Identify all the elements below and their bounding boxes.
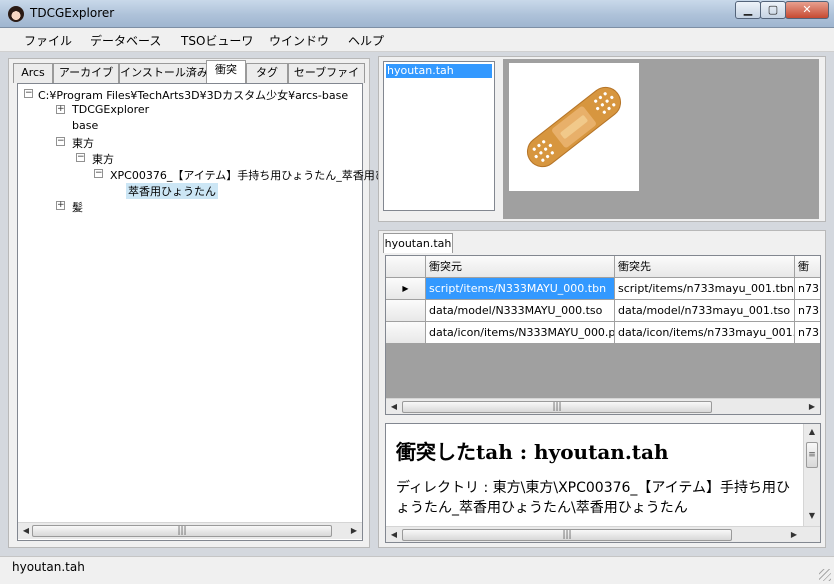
table-cell[interactable]: script/items/n733mayu_001.tbn — [615, 278, 795, 300]
tab-save-file[interactable]: セーブファイル — [288, 63, 365, 97]
list-item[interactable]: hyoutan.tah — [386, 64, 492, 78]
tree-node-base[interactable]: base — [72, 119, 98, 132]
tree-root[interactable]: C:¥Program Files¥TechArts3D¥3Dカスタム少女¥arc… — [38, 87, 348, 103]
menu-tso-viewer[interactable]: TSOビューワ — [181, 32, 253, 49]
scroll-left-icon[interactable]: ◀ — [388, 529, 400, 541]
scroll-left-icon[interactable]: ◀ — [388, 401, 400, 413]
resize-grip-icon[interactable] — [819, 569, 831, 581]
collapse-icon[interactable]: − — [76, 153, 85, 162]
table-cell[interactable]: n73 — [795, 300, 820, 322]
detail-body: ディレクトリ : 東方\東方\XPC00376_【アイテム】手持ち用ひょうたん_… — [396, 480, 791, 516]
tab-archive[interactable]: アーカイブ — [53, 63, 119, 83]
table-cell[interactable]: data/icon/items/N333MAYU_000.psd — [426, 322, 615, 344]
title-bar: TDCGExplorer ▁ ▢ ✕ — [0, 0, 834, 28]
status-bar: hyoutan.tah — [0, 556, 834, 584]
tab-arcs[interactable]: Arcs — [13, 63, 53, 83]
tab-installed[interactable]: インストール済み — [119, 63, 209, 83]
column-header[interactable]: 衝突先 — [615, 256, 795, 278]
scroll-thumb[interactable]: ||| — [32, 525, 332, 537]
tree-node-selected[interactable]: 萃香用ひょうたん — [126, 183, 218, 199]
minimize-button[interactable]: ▁ — [735, 1, 761, 19]
corner-cell — [386, 256, 426, 278]
table-row[interactable]: data/model/N333MAYU_000.tso data/model/n… — [386, 300, 820, 322]
current-row-icon: ▶ — [386, 278, 426, 300]
tab-collision[interactable]: 衝突 — [206, 60, 246, 83]
maximize-button[interactable]: ▢ — [760, 1, 786, 19]
scroll-down-icon[interactable]: ▼ — [806, 510, 818, 522]
table-row[interactable]: ▶ script/items/N333MAYU_000.tbn script/i… — [386, 278, 820, 300]
tree-node-xpc00376[interactable]: XPC00376_【アイテム】手持ち用ひょうたん_萃香用ひょ — [110, 167, 397, 183]
tree-node-touhou-sub[interactable]: 東方 — [92, 151, 114, 167]
tree-node-hair[interactable]: 髪 — [72, 199, 83, 215]
collision-grid[interactable]: 衝突元 衝突先 衝 ▶ script/items/N333MAYU_000.tb… — [385, 255, 821, 415]
scroll-right-icon[interactable]: ▶ — [348, 525, 360, 537]
preview-area — [503, 59, 819, 219]
menu-window[interactable]: ウインドウ — [269, 32, 329, 49]
tab-tag[interactable]: タグ — [246, 63, 288, 83]
scroll-right-icon[interactable]: ▶ — [788, 529, 800, 541]
preview-panel: hyoutan.tah — [378, 56, 826, 222]
table-cell[interactable]: data/icon/items/n733mayu_001.psd — [615, 322, 795, 344]
vertical-scrollbar[interactable]: ▲ ≡ ▼ — [803, 424, 820, 526]
collapse-icon[interactable]: − — [94, 169, 103, 178]
tree-node-tdcgexplorer[interactable]: TDCGExplorer — [72, 103, 149, 116]
menu-database[interactable]: データベース — [90, 32, 161, 49]
column-header[interactable]: 衝 — [795, 256, 820, 278]
tree-node-touhou[interactable]: 東方 — [72, 135, 94, 151]
collapse-icon[interactable]: − — [56, 137, 65, 146]
menu-help[interactable]: ヘルプ — [348, 32, 384, 49]
tah-file-list[interactable]: hyoutan.tah — [383, 61, 495, 211]
collision-panel: hyoutan.tah 衝突元 衝突先 衝 ▶ script/items/N33… — [378, 230, 826, 548]
item-preview-image — [509, 63, 639, 191]
row-header — [386, 300, 426, 322]
app-icon — [8, 6, 24, 22]
menu-bar: ファイル データベース TSOビューワ ウインドウ ヘルプ — [0, 28, 834, 52]
row-header — [386, 322, 426, 344]
window-title: TDCGExplorer — [30, 6, 115, 20]
scroll-thumb[interactable]: ≡ — [806, 442, 818, 468]
expand-icon[interactable]: + — [56, 105, 65, 114]
collision-detail: 衝突したtah : hyoutan.tah ディレクトリ : 東方\東方\XPC… — [385, 423, 821, 543]
tree-view[interactable]: − C:¥Program Files¥TechArts3D¥3Dカスタム少女¥a… — [17, 83, 397, 541]
table-cell[interactable]: data/model/n733mayu_001.tso — [615, 300, 795, 322]
status-text: hyoutan.tah — [12, 560, 85, 574]
bandage-icon — [526, 86, 622, 168]
horizontal-scrollbar[interactable]: ◀ ||| ▶ — [386, 526, 820, 542]
scroll-left-icon[interactable]: ◀ — [20, 525, 32, 537]
table-cell[interactable]: n73 — [795, 278, 820, 300]
column-header[interactable]: 衝突元 — [426, 256, 615, 278]
horizontal-scrollbar[interactable]: ◀ ||| ▶ — [18, 522, 362, 539]
tab-hyoutan[interactable]: hyoutan.tah — [383, 233, 453, 253]
horizontal-scrollbar[interactable]: ◀ ||| ▶ — [386, 398, 820, 414]
detail-title: 衝突したtah : hyoutan.tah — [396, 440, 669, 464]
grid-header-row: 衝突元 衝突先 衝 — [386, 256, 820, 278]
menu-file[interactable]: ファイル — [24, 32, 72, 49]
scroll-right-icon[interactable]: ▶ — [806, 401, 818, 413]
table-cell[interactable]: n73 — [795, 322, 820, 344]
table-row[interactable]: data/icon/items/N333MAYU_000.psd data/ic… — [386, 322, 820, 344]
scroll-thumb[interactable]: ||| — [402, 529, 732, 541]
scroll-up-icon[interactable]: ▲ — [806, 426, 818, 438]
left-panel: Arcs アーカイブ インストール済み 衝突 タグ セーブファイル − C:¥P… — [8, 58, 397, 548]
table-cell[interactable]: script/items/N333MAYU_000.tbn — [426, 278, 615, 300]
close-button[interactable]: ✕ — [785, 1, 829, 19]
expand-icon[interactable]: + — [56, 201, 65, 210]
table-cell[interactable]: data/model/N333MAYU_000.tso — [426, 300, 615, 322]
collapse-icon[interactable]: − — [24, 89, 33, 98]
scroll-thumb[interactable]: ||| — [402, 401, 712, 413]
